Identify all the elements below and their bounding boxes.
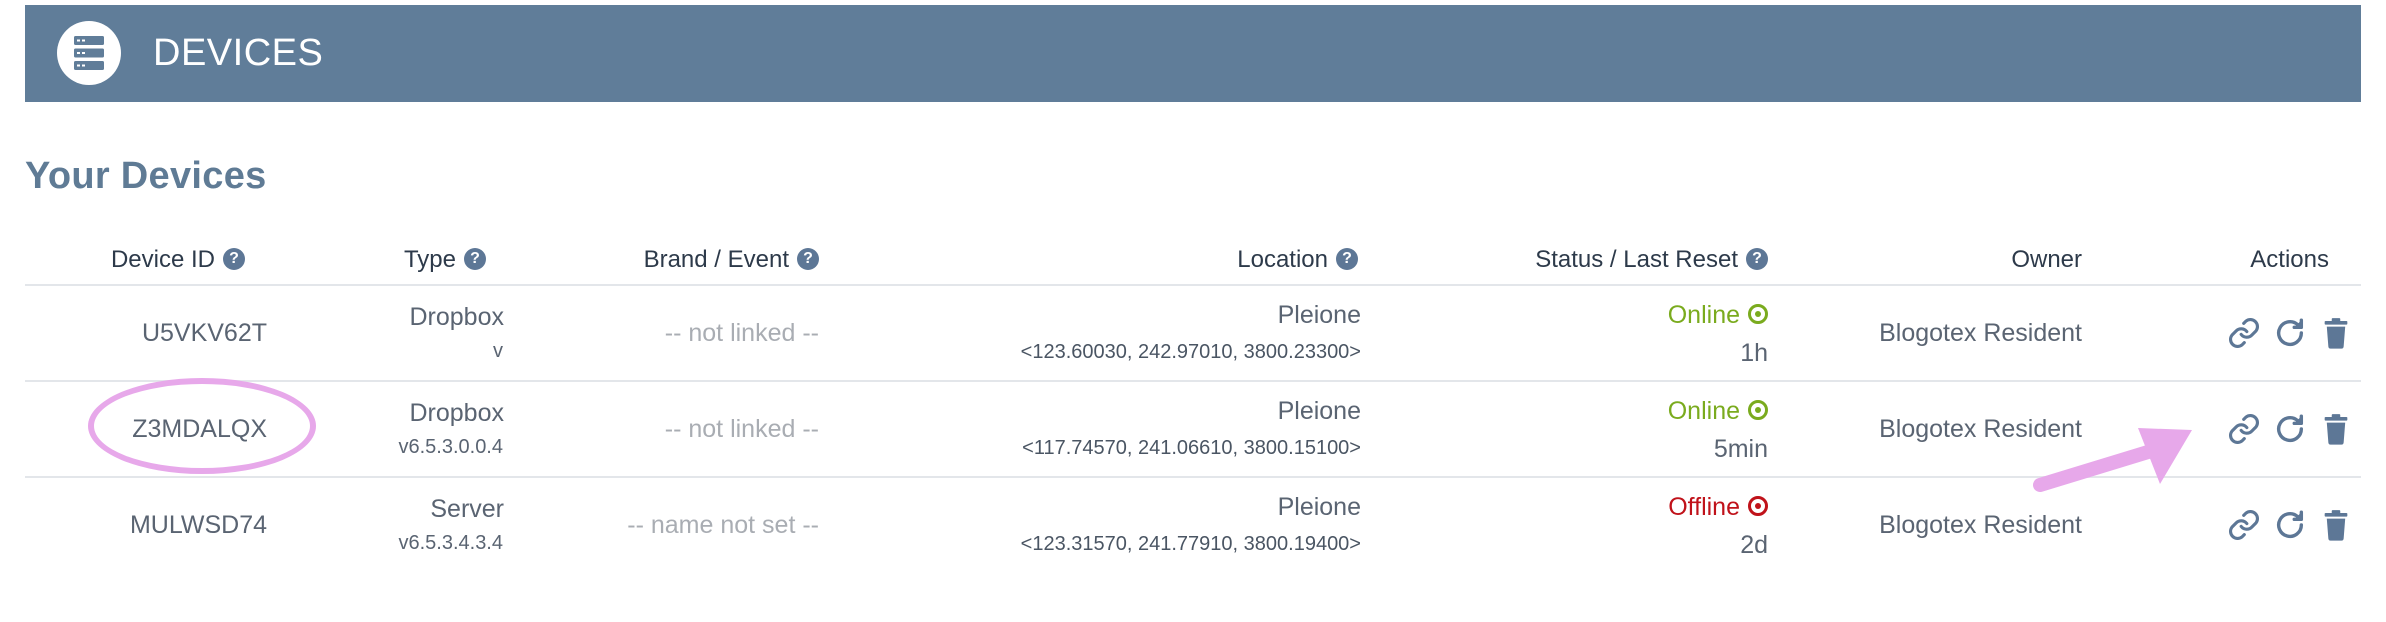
device-version: v6.5.3.4.3.4 — [398, 532, 503, 554]
help-icon[interactable]: ? — [797, 247, 819, 270]
link-icon — [2227, 318, 2261, 354]
page-header: DEVICES — [25, 5, 2361, 102]
table-row: U5VKV62T Dropbox v -- not linked -- Pleione <… — [25, 286, 2361, 380]
device-type: Server — [430, 495, 504, 523]
owner: Blogotex Resident — [1879, 511, 2082, 539]
server-icon — [57, 21, 121, 85]
device-type: Dropbox — [409, 303, 505, 331]
trash-icon — [2319, 414, 2353, 450]
column-label: Device ID — [110, 246, 215, 273]
trash-button[interactable] — [2319, 412, 2353, 446]
link-button[interactable] — [2227, 412, 2261, 446]
status-badge: Offline — [1668, 493, 1768, 522]
device-id: MULWSD74 — [129, 511, 267, 539]
section-title: Your Devices — [25, 155, 267, 197]
column-header-owner: Owner — [2011, 236, 2082, 284]
device-type: Dropbox — [409, 399, 505, 427]
device-version: v6.5.3.0.0.4 — [398, 436, 503, 458]
device-version: v — [493, 340, 503, 362]
location-coords: <123.60030, 242.97010, 3800.23300> — [1020, 341, 1361, 363]
help-icon[interactable]: ? — [223, 247, 245, 270]
trash-icon — [2319, 510, 2353, 546]
last-reset: 1h — [1740, 339, 1768, 367]
help-icon[interactable]: ? — [1746, 247, 1768, 270]
column-label: Status / Last Reset — [1535, 246, 1738, 273]
link-button[interactable] — [2227, 508, 2261, 542]
location-name: Pleione — [1277, 397, 1361, 425]
link-button[interactable] — [2227, 316, 2261, 350]
trash-icon — [2319, 318, 2353, 354]
column-header-location: Location? — [1237, 236, 1358, 284]
location-name: Pleione — [1277, 493, 1361, 521]
link-icon — [2227, 510, 2261, 546]
column-header-status: Status / Last Reset? — [1535, 236, 1768, 284]
location-name: Pleione — [1277, 301, 1361, 329]
status-badge: Online — [1668, 397, 1768, 426]
status-badge: Online — [1668, 301, 1768, 330]
device-id: U5VKV62T — [141, 319, 267, 347]
refresh-button[interactable] — [2273, 508, 2307, 542]
refresh-icon — [2273, 318, 2307, 354]
location-coords: <117.74570, 241.06610, 3800.15100> — [1022, 437, 1361, 459]
status-dot-icon — [1748, 400, 1768, 421]
brand-event: -- name not set -- — [627, 511, 819, 539]
status-dot-icon — [1748, 304, 1768, 325]
annotation-arrow — [2033, 428, 2192, 492]
table-row: MULWSD74 Server v6.5.3.4.3.4 -- name not se… — [25, 478, 2361, 572]
column-header-actions: Actions — [2250, 236, 2329, 284]
column-label: Owner — [2011, 246, 2082, 273]
owner: Blogotex Resident — [1879, 319, 2082, 347]
trash-button[interactable] — [2319, 316, 2353, 350]
location-coords: <123.31570, 241.77910, 3800.19400> — [1020, 533, 1361, 555]
help-icon[interactable]: ? — [464, 247, 486, 270]
highlight-circle — [88, 378, 316, 474]
column-label: Location — [1237, 246, 1328, 273]
refresh-button[interactable] — [2273, 412, 2307, 446]
brand-event: -- not linked -- — [664, 415, 819, 443]
column-label: Type — [403, 246, 456, 273]
status-dot-icon — [1748, 496, 1768, 517]
column-header-device-id: Device ID? — [111, 236, 245, 284]
brand-event: -- not linked -- — [664, 319, 819, 347]
refresh-button[interactable] — [2273, 316, 2307, 350]
last-reset: 2d — [1740, 531, 1768, 559]
table-header: Device ID? Type? Brand / Event? Location… — [25, 236, 2361, 284]
table-row: Z3MDALQX Dropbox v6.5.3.0.0.4 -- not linked… — [25, 382, 2361, 476]
help-icon[interactable]: ? — [1336, 247, 1358, 270]
column-label: Actions — [2250, 246, 2329, 273]
column-label: Brand / Event — [643, 246, 789, 273]
page-title: DEVICES — [153, 32, 324, 74]
column-header-type: Type? — [404, 236, 486, 284]
refresh-icon — [2273, 510, 2307, 546]
link-icon — [2227, 414, 2261, 450]
refresh-icon — [2273, 414, 2307, 450]
trash-button[interactable] — [2319, 508, 2353, 542]
last-reset: 5min — [1713, 435, 1768, 463]
column-header-brand: Brand / Event? — [644, 236, 819, 284]
